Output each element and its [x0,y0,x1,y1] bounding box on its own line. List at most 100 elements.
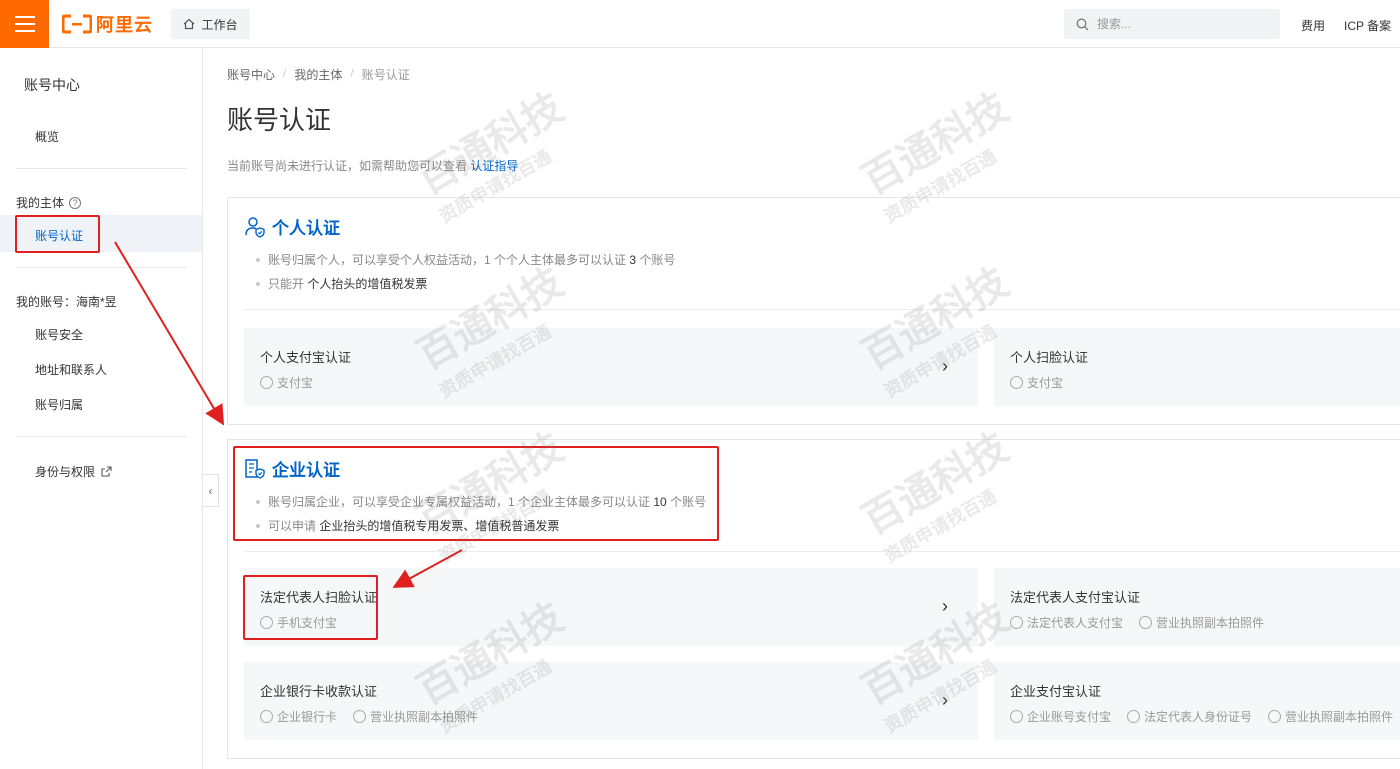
sidebar-collapse-button[interactable]: ‹ [203,474,219,507]
person-shield-icon [245,216,265,238]
sidebar-group-account: 我的账号：海南*昱 [16,295,117,309]
bullet-bold: 个人抬头的增值税发票 [307,277,428,291]
license-icon [1139,616,1153,629]
option-legal-rep-alipay[interactable]: 法定代表人支付宝认证 法定代表人支付宝 营业执照副本拍照件 [994,568,1400,646]
aliyun-logo-icon [62,14,92,34]
option-sub-label: 企业银行卡 [277,710,338,724]
person-icon [1010,616,1023,629]
option-subs: 企业账号支付宝 法定代表人身份证号 营业执照副本拍照件 [1010,708,1393,725]
chevron-left-icon: ‹ [208,483,213,498]
breadcrumb-current: 账号认证 [361,68,410,82]
annotation-box-face-scan [243,575,378,640]
option-enterprise-bank-card[interactable]: 企业银行卡收款认证 企业银行卡 营业执照副本拍照件 › [244,662,978,740]
search-box[interactable] [1064,9,1280,39]
option-subs: 企业银行卡 营业执照副本拍照件 [260,708,478,725]
sidebar-item-account-security[interactable]: 账号安全 [35,326,83,343]
id-card-icon [1127,710,1141,723]
breadcrumb-separator: / [283,66,287,80]
bullet-text: 账号归属个人，可以享受个人权益活动，1 个个人主体最多可以认证 [268,253,627,267]
alipay-icon [1010,376,1023,389]
option-sub-label: 支付宝 [1027,376,1064,390]
page-title: 账号认证 [227,105,332,135]
personal-card-title: 个人认证 [272,219,340,238]
sidebar: 账号中心 概览 我的主体 ? 账号认证 我的账号：海南*昱 账号安全 地址和联系… [0,48,203,769]
bullet-text: 个账号 [639,253,676,267]
fees-link[interactable]: 费用 [1301,17,1325,34]
option-title: 法定代表人支付宝认证 [1010,590,1141,605]
identity-label: 身份与权限 [35,465,96,479]
option-sub-label: 企业账号支付宝 [1027,710,1112,724]
option-sub: 企业银行卡 [260,708,337,725]
chevron-right-icon: › [942,690,948,710]
bullet-text: 只能开 [268,277,305,291]
bullet-number: 3 [629,253,637,267]
page-description: 当前账号尚未进行认证，如需帮助您可以查看 认证指导 [227,157,518,174]
option-sub-label: 营业执照副本拍照件 [1285,710,1394,724]
sidebar-item-address-contacts[interactable]: 地址和联系人 [35,361,107,378]
option-sub: 支付宝 [260,374,313,391]
watermark-text: 百通科技 [410,85,571,204]
chevron-right-icon: › [942,596,948,616]
breadcrumb-separator: / [350,66,354,80]
license-icon [353,710,367,723]
breadcrumb-item[interactable]: 我的主体 [294,66,342,83]
option-sub-label: 法定代表人身份证号 [1144,710,1253,724]
option-enterprise-alipay[interactable]: 企业支付宝认证 企业账号支付宝 法定代表人身份证号 营业执照副本拍照件 [994,662,1400,740]
option-title: 个人支付宝认证 [260,350,352,365]
personal-card-header: 个人认证 [244,214,340,239]
external-link-icon [101,466,112,477]
sidebar-group-entity: 我的主体 ? [16,194,82,211]
personal-bullet-2: 只能开 个人抬头的增值税发票 [256,275,427,292]
option-title: 企业银行卡收款认证 [260,684,378,699]
card-divider [244,309,1400,310]
logo-text: 阿里云 [96,15,153,35]
chevron-right-icon: › [942,356,948,376]
card-divider [244,551,1400,552]
option-sub: 营业执照副本拍照件 [353,708,478,725]
personal-bullet-1: 账号归属个人，可以享受个人权益活动，1 个个人主体最多可以认证 3 个账号 [256,251,675,268]
option-title: 企业支付宝认证 [1010,684,1102,699]
page-description-text: 当前账号尚未进行认证，如需帮助您可以查看 [227,159,468,173]
search-input[interactable] [1097,17,1267,31]
sidebar-item-identity-permissions[interactable]: 身份与权限 [35,463,112,480]
option-sub: 企业账号支付宝 [1010,708,1111,725]
option-sub-label: 营业执照副本拍照件 [370,710,479,724]
option-subs: 支付宝 [260,374,313,391]
search-icon [1076,18,1089,30]
annotation-box-sidebar [15,215,100,253]
option-sub-label: 法定代表人支付宝 [1027,616,1124,630]
sidebar-item-account-ownership[interactable]: 账号归属 [35,396,83,413]
option-sub-label: 支付宝 [277,376,314,390]
help-icon[interactable]: ? [69,196,82,209]
sidebar-group-entity-label: 我的主体 [16,196,65,210]
watermark-text: 百通科技 [855,85,1016,204]
option-subs: 法定代表人支付宝 营业执照副本拍照件 [1010,614,1264,631]
option-sub: 法定代表人支付宝 [1010,614,1123,631]
personal-verification-card: 个人认证 账号归属个人，可以享受个人权益活动，1 个个人主体最多可以认证 3 个… [227,197,1400,425]
license-icon [1268,710,1282,723]
option-sub: 法定代表人身份证号 [1127,708,1252,725]
annotation-box-enterprise [233,446,719,541]
alipay-icon [260,376,273,389]
breadcrumb: 账号中心 / 我的主体 / 账号认证 [227,66,410,83]
option-sub-label: 营业执照副本拍照件 [1156,616,1265,630]
breadcrumb-item[interactable]: 账号中心 [227,66,275,83]
sidebar-divider [16,436,187,437]
sidebar-divider [16,168,187,169]
option-subs: 支付宝 [1010,374,1063,391]
icp-filing-link[interactable]: ICP 备案 [1344,17,1391,34]
option-personal-alipay[interactable]: 个人支付宝认证 支付宝 › [244,328,978,406]
sidebar-item-overview[interactable]: 概览 [35,128,59,145]
sidebar-title: 账号中心 [24,77,80,93]
option-sub: 支付宝 [1010,374,1063,391]
option-title: 个人扫脸认证 [1010,350,1089,365]
verification-guide-link[interactable]: 认证指导 [470,159,518,173]
option-sub: 营业执照副本拍照件 [1268,708,1393,725]
aliyun-logo[interactable]: 阿里云 [62,12,153,36]
option-personal-face-scan[interactable]: 个人扫脸认证 支付宝 [994,328,1400,406]
home-icon [184,18,195,30]
enterprise-alipay-icon [1010,710,1023,723]
hamburger-menu-icon[interactable] [0,0,49,48]
workbench-button[interactable]: 工作台 [171,9,250,39]
sidebar-divider [16,267,187,268]
